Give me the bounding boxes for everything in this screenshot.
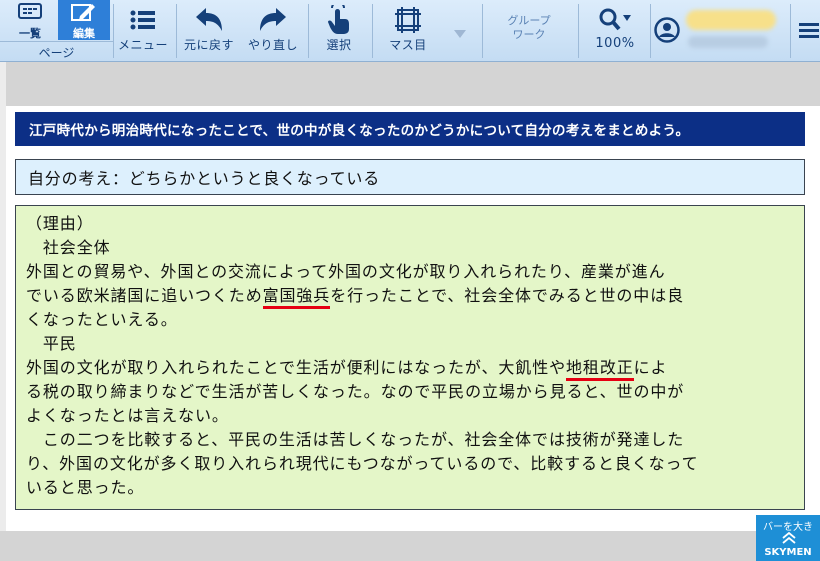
list-label: 一覧 [19, 27, 41, 40]
skymenu-toggle-label: バーを大き [763, 522, 813, 533]
reason-line: くなったといえる。 [26, 310, 178, 329]
menu-button[interactable]: メニュー [116, 0, 170, 62]
group-work-button[interactable]: グループ ワーク [486, 14, 572, 42]
reason-text: 外国の文化が取り入れられたことで生活が便利にはなったが、大飢性や [26, 358, 567, 377]
undo-label: 元に戻す [183, 38, 234, 52]
skymenu-toolbar-toggle[interactable]: バーを大き SKYMEN [756, 515, 820, 561]
reason-line: 社会全体 [26, 238, 111, 257]
reason-line: よくなったとは言えない。 [26, 406, 229, 425]
divider [308, 4, 309, 58]
hamburger-button[interactable] [796, 0, 820, 62]
list-button[interactable]: 一覧 [4, 0, 56, 40]
reason-line: でいる欧米諸国に追いつくため富国強兵を行ったことで、社会全体でみると世の中は良 [26, 284, 794, 309]
menu-label: メニュー [117, 38, 168, 52]
zoom-label: 100% [595, 36, 635, 51]
reason-text: を行ったことで、社会全体でみると世の中は良 [330, 286, 684, 305]
grid-button[interactable]: マス目 [376, 0, 440, 62]
undo-button[interactable]: 元に戻す [178, 0, 240, 62]
divider [578, 4, 579, 58]
redo-button[interactable]: やり直し [242, 0, 304, 62]
reason-text: によ [633, 358, 668, 377]
reason-line: 外国の文化が取り入れられたことで生活が便利にはなったが、大飢性や地租改正によ [26, 356, 794, 381]
chevron-up-icon [782, 532, 796, 544]
redo-label: やり直し [247, 38, 298, 52]
user-name-redacted [686, 10, 776, 30]
dropdown-arrow-icon [453, 20, 467, 48]
skymenu-logo-text: SKYMEN [764, 547, 812, 558]
underlined-term: 富国強兵 [262, 286, 331, 309]
opinion-box[interactable]: 自分の考え：どちらかというと良くなっている [15, 159, 805, 195]
user-button[interactable] [652, 0, 682, 62]
user-info-redacted [688, 36, 768, 48]
reason-line: （理由） [26, 214, 94, 233]
divider [372, 4, 373, 58]
select-label: 選択 [326, 38, 352, 52]
page-group: 一覧 編集 ページ [0, 0, 113, 62]
group-work-label-line2: ワーク [512, 28, 546, 41]
divider [176, 4, 177, 58]
reason-text: でいる欧米諸国に追いつくため [26, 286, 263, 305]
touch-icon [326, 5, 352, 34]
reason-line: この二つを比較すると、平民の生活は苦しくなったが、社会全体では技術が発達した [26, 430, 685, 449]
divider [482, 4, 483, 58]
divider [650, 4, 651, 58]
reason-line: いると思った。 [26, 478, 145, 497]
redo-icon [258, 6, 288, 34]
menu-icon [130, 6, 156, 34]
page-group-label: ページ [0, 41, 113, 61]
group-work-label-line1: グループ [507, 14, 551, 27]
zoom-icon [598, 6, 632, 34]
toolbar: 一覧 編集 ページ メニュー 元に戻す やり直し 選択 マス目 グループ ワーク… [0, 0, 820, 62]
reason-line: り、外国の文化が多く取り入れられ現代にもつながっているので、比較すると良くなって [26, 454, 699, 473]
question-banner: 江戸時代から明治時代になったことで、世の中が良くなったのかどうかについて自分の考… [15, 112, 805, 146]
underlined-term: 地租改正 [566, 358, 634, 381]
grid-dropdown[interactable] [448, 0, 472, 62]
hamburger-icon [797, 16, 819, 44]
edit-label: 編集 [73, 27, 95, 40]
zoom-button[interactable]: 100% [584, 0, 646, 62]
reason-line: 平民 [26, 334, 77, 353]
divider [113, 4, 114, 58]
reason-line: 外国との貿易や、外国との交流によって外国の文化が取り入れられたり、産業が進ん [26, 262, 666, 281]
reason-box[interactable]: （理由） 社会全体 外国との貿易や、外国との交流によって外国の文化が取り入れられ… [15, 205, 805, 510]
undo-icon [194, 6, 224, 34]
list-icon [18, 3, 42, 23]
reason-line: る税の取り締まりなどで生活が苦しくなった。なので平民の立場から見ると、世の中が [26, 382, 685, 401]
select-button[interactable]: 選択 [310, 0, 368, 62]
divider [790, 4, 791, 58]
edit-icon [71, 3, 97, 23]
workspace-top-margin [0, 62, 820, 106]
edit-button[interactable]: 編集 [58, 0, 110, 40]
user-icon [654, 16, 680, 44]
grid-label: マス目 [389, 38, 427, 52]
grid-icon [394, 6, 422, 34]
workspace-bottom-margin [0, 531, 820, 561]
